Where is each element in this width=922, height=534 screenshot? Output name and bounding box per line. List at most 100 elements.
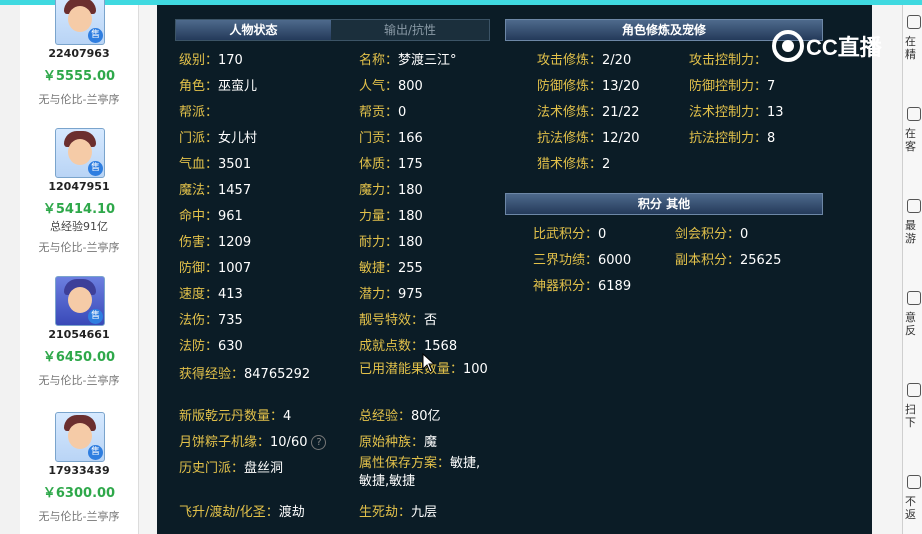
sidebar-tool-icon[interactable] [907, 291, 921, 305]
stat-label: 月饼粽子机缘： [179, 435, 271, 450]
stat-label: 名称： [359, 53, 399, 68]
sidebar-tool-label[interactable]: 不返 [905, 495, 922, 521]
points-stat: 比武积分：0 [533, 223, 606, 242]
stat-value: 1457 [218, 183, 252, 198]
stat-label: 原始种族： [359, 435, 425, 450]
character-avatar-icon[interactable]: 售 [55, 276, 105, 326]
svg-text:CC直播: CC直播 [806, 35, 883, 60]
stat-label: 门派： [179, 131, 219, 146]
stat-label: 魔法： [179, 183, 219, 198]
character-avatar-icon[interactable]: 售 [55, 0, 105, 45]
stat-value: 21/22 [602, 105, 640, 120]
stat-value: 12/20 [602, 131, 640, 146]
stat-left: 魔法：1457 [179, 179, 251, 198]
stat-label: 伤害： [179, 235, 219, 250]
stat-right: 魔力：180 [359, 179, 423, 198]
stat-value: 0 [398, 105, 407, 120]
seller-price: ￥5555.00 [42, 69, 116, 84]
tab-character-status[interactable]: 人物状态 [176, 20, 331, 40]
stat-left: 法防：630 [179, 335, 243, 354]
cultivation-stat: 抗法修炼：12/20 [537, 127, 639, 146]
cultivation-stat: 攻击修炼：2/20 [537, 49, 631, 68]
sidebar-tool-label[interactable]: 意反 [905, 311, 922, 337]
stat-value: 84765292 [244, 367, 311, 382]
stat-left: 新版乾元丹数量：4 [179, 405, 291, 424]
character-avatar-icon[interactable]: 售 [55, 412, 105, 462]
stat-value: 2/20 [602, 53, 632, 68]
seller-id: 22407963 [48, 47, 110, 60]
stat-label: 剑会积分： [675, 227, 741, 242]
points-stat-2: 副本积分：25625 [675, 249, 781, 268]
control-stat: 法术控制力：13 [689, 101, 784, 120]
stat-label: 获得经验： [179, 367, 245, 382]
seller-list[interactable]: 售 22407963 ￥5555.00 无与伦比-兰亭序售 12047951 ￥5414.… [20, 0, 139, 534]
stat-label: 速度： [179, 287, 219, 302]
stat-left: 获得经验：84765292 [179, 363, 310, 382]
tab-output-resistance[interactable]: 输出/抗性 [331, 20, 489, 40]
sidebar-tool-icon[interactable] [907, 383, 921, 397]
seller-server: 无与伦比-兰亭序 [38, 93, 120, 106]
stat-right: 敏捷：255 [359, 257, 423, 276]
stat-value: 180 [398, 209, 423, 224]
stat-label: 比武积分： [533, 227, 599, 242]
sidebar-tool-label[interactable]: 扫下 [905, 403, 922, 429]
avatar-face [68, 423, 92, 449]
stat-label: 命中： [179, 209, 219, 224]
sidebar-tool-label[interactable]: 最游 [905, 219, 922, 245]
sidebar-tool-icon[interactable] [907, 475, 921, 489]
seller-price: ￥6450.00 [42, 350, 116, 365]
seller-price: ￥5414.10 [42, 202, 116, 217]
stat-value: 7 [767, 79, 776, 94]
control-stat: 攻击控制力： [689, 49, 767, 68]
stat-label: 人气： [359, 79, 399, 94]
stat-value: 6000 [598, 253, 632, 268]
stat-value: 413 [218, 287, 243, 302]
stat-value: 170 [218, 53, 243, 68]
stat-value: 180 [398, 235, 423, 250]
points-header: 积分 其他 [505, 193, 823, 215]
stat-label: 帮派： [179, 105, 219, 120]
control-stat: 防御控制力：7 [689, 75, 775, 94]
sidebar-tool-icon[interactable] [907, 107, 921, 121]
status-tabbar: 人物状态 输出/抗性 [175, 19, 490, 41]
stat-value: 800 [398, 79, 423, 94]
sidebar-tool-icon[interactable] [907, 15, 921, 29]
stat-right: 门贡：166 [359, 127, 423, 146]
sell-badge-icon: 售 [88, 445, 103, 460]
stat-value: 975 [398, 287, 423, 302]
cultivation-stat: 猎术修炼：2 [537, 153, 610, 172]
stat-label: 角色： [179, 79, 219, 94]
stat-value: 九层 [411, 505, 438, 520]
stat-left: 月饼粽子机缘：10/60? [179, 431, 327, 450]
stat-value: 巫蛮儿 [218, 79, 258, 94]
stat-value: 女儿村 [218, 131, 258, 146]
stat-right: 帮贡：0 [359, 101, 406, 120]
gutter [139, 5, 157, 534]
stat-label: 攻击控制力： [689, 53, 768, 68]
seller-total-exp: 总经验91亿 [50, 220, 108, 233]
sidebar-tool-label[interactable]: 在精 [905, 35, 922, 61]
stat-value: 8 [767, 131, 776, 146]
character-avatar-icon[interactable]: 售 [55, 128, 105, 178]
stat-label: 门贡： [359, 131, 399, 146]
stat-right: 成就点数：1568 [359, 335, 457, 354]
stat-value: 735 [218, 313, 243, 328]
help-icon[interactable]: ? [311, 435, 327, 450]
stat-right: 生死劫：九层 [359, 501, 437, 520]
stat-label: 体质： [359, 157, 399, 172]
stat-label: 抗法修炼： [537, 131, 603, 146]
sidebar-tool-icon[interactable] [907, 199, 921, 213]
stat-right: 名称：梦渡三江° [359, 49, 457, 68]
stat-label: 三界功绩： [533, 253, 599, 268]
stat-value: 10/60 [270, 435, 308, 450]
stat-label: 耐力： [359, 235, 399, 250]
avatar-face [68, 6, 92, 32]
stat-label: 级别： [179, 53, 219, 68]
stat-left: 飞升/渡劫/化圣：渡劫 [179, 501, 305, 520]
stat-right: 总经验：80亿 [359, 405, 441, 424]
points-stat: 三界功绩：6000 [533, 249, 631, 268]
stat-label: 已用潜能果数量： [359, 362, 464, 377]
stat-value: 100 [463, 362, 488, 377]
sidebar-tool-label[interactable]: 在客 [905, 127, 922, 153]
avatar-face [68, 139, 92, 165]
